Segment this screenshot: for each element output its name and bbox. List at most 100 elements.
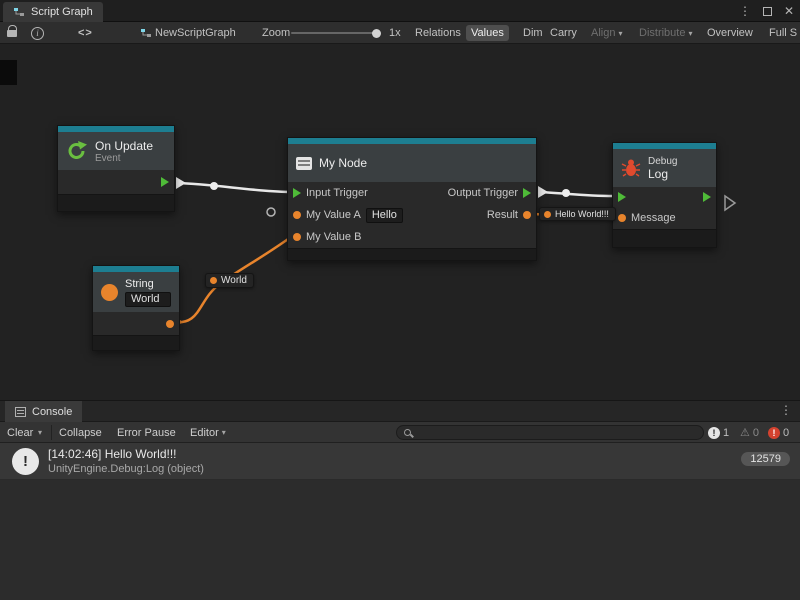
input-trigger-port[interactable] bbox=[293, 188, 301, 198]
graph-asset-name: NewScriptGraph bbox=[155, 27, 236, 39]
window-title-bar: Script Graph ⋮ ✕ bbox=[0, 0, 800, 22]
port-label: Output Trigger bbox=[448, 187, 518, 199]
node-row bbox=[58, 170, 174, 194]
log-message: [14:02:46] Hello World!!! bbox=[48, 447, 177, 461]
tab-script-graph[interactable]: Script Graph bbox=[3, 2, 103, 22]
warning-icon: ⚠ bbox=[740, 426, 750, 439]
unit-icon bbox=[296, 157, 312, 170]
maximize-icon[interactable] bbox=[763, 7, 772, 16]
zoom-slider[interactable] bbox=[291, 32, 379, 34]
log-input-trigger-port[interactable] bbox=[618, 192, 626, 202]
node-title: Log bbox=[648, 167, 677, 181]
console-menu-icon[interactable]: ⋮ bbox=[780, 403, 792, 417]
divider bbox=[51, 425, 52, 440]
align-dropdown[interactable]: Align▾ bbox=[586, 22, 627, 44]
node-footer bbox=[93, 335, 179, 350]
console-tab-bar: Console ⋮ bbox=[0, 401, 800, 422]
zoom-label: Zoom bbox=[262, 22, 290, 44]
clear-button[interactable]: Clear bbox=[7, 422, 33, 443]
lock-icon bbox=[7, 30, 17, 37]
my-value-b-port[interactable] bbox=[293, 233, 301, 241]
console-toolbar: Clear ▾ Collapse Error Pause Editor▾ ! 1… bbox=[0, 422, 800, 443]
node-row: My Value A Hello Result bbox=[288, 204, 536, 226]
editor-dropdown[interactable]: Editor▾ bbox=[190, 422, 226, 443]
node-row bbox=[613, 187, 716, 207]
node-row: My Value B bbox=[288, 226, 536, 248]
sidebar-stub[interactable] bbox=[0, 60, 17, 85]
clear-dropdown[interactable]: ▾ bbox=[38, 422, 42, 443]
node-title: String bbox=[125, 278, 171, 290]
dim-toggle[interactable]: Dim bbox=[518, 22, 548, 44]
error-filter-toggle[interactable]: ! 0 bbox=[768, 422, 789, 443]
collapse-count-badge: 12579 bbox=[741, 452, 790, 466]
node-row: Message bbox=[613, 207, 716, 229]
my-value-a-field[interactable]: Hello bbox=[366, 208, 403, 223]
console-panel: Console ⋮ Clear ▾ Collapse Error Pause E… bbox=[0, 400, 800, 600]
port-label: Message bbox=[631, 212, 676, 224]
values-toggle[interactable]: Values bbox=[466, 22, 509, 44]
node-category: Debug bbox=[648, 156, 677, 167]
log-output-trigger-port[interactable] bbox=[703, 192, 711, 202]
window-menu-icon[interactable]: ⋮ bbox=[739, 4, 751, 18]
distribute-dropdown[interactable]: Distribute▾ bbox=[634, 22, 697, 44]
node-header: String World bbox=[93, 272, 179, 312]
console-log-entry[interactable]: ! [14:02:46] Hello World!!! UnityEngine.… bbox=[0, 443, 800, 480]
string-literal-node[interactable]: String World bbox=[92, 265, 180, 351]
value-dot-icon bbox=[544, 211, 551, 218]
loop-arrow-icon bbox=[66, 140, 88, 162]
node-footer bbox=[58, 194, 174, 211]
string-value-field[interactable]: World bbox=[125, 292, 171, 307]
my-node[interactable]: My Node Input Trigger Output Trigger My … bbox=[287, 137, 537, 261]
port-label: Input Trigger bbox=[306, 187, 368, 199]
on-update-event-node[interactable]: On Update Event bbox=[57, 125, 175, 212]
search-icon bbox=[404, 429, 411, 436]
lock-button[interactable] bbox=[7, 22, 17, 44]
console-search-input[interactable] bbox=[416, 427, 696, 439]
info-filter-toggle[interactable]: ! 1 bbox=[708, 422, 729, 443]
chevron-down-icon: ▾ bbox=[618, 29, 622, 38]
output-trigger-port[interactable] bbox=[523, 188, 531, 198]
script-graph-icon bbox=[140, 27, 152, 39]
node-row bbox=[93, 312, 179, 335]
my-value-a-port[interactable] bbox=[293, 211, 301, 219]
tab-console[interactable]: Console bbox=[5, 401, 82, 422]
collapse-toggle[interactable]: Collapse bbox=[59, 422, 102, 443]
node-header: Debug Log bbox=[613, 149, 716, 187]
carry-toggle[interactable]: Carry bbox=[545, 22, 582, 44]
message-port[interactable] bbox=[618, 214, 626, 222]
zoom-slider-knob[interactable] bbox=[372, 29, 381, 38]
node-header: On Update Event bbox=[58, 132, 174, 170]
port-label: My Value B bbox=[306, 231, 361, 243]
port-label: Result bbox=[487, 209, 518, 221]
code-preview-button[interactable]: <> bbox=[78, 22, 93, 44]
node-subtitle: Event bbox=[95, 153, 153, 164]
string-output-port[interactable] bbox=[166, 320, 174, 328]
fullscreen-button[interactable]: Full S bbox=[764, 22, 800, 44]
overview-button[interactable]: Overview bbox=[702, 22, 758, 44]
chevron-down-icon: ▾ bbox=[38, 428, 42, 437]
tab-label: Script Graph bbox=[31, 6, 93, 18]
value-chip-world: World bbox=[205, 273, 254, 288]
debug-log-node[interactable]: Debug Log Message bbox=[612, 142, 717, 248]
console-search[interactable] bbox=[396, 425, 704, 440]
warning-filter-toggle[interactable]: ⚠ 0 bbox=[740, 422, 759, 443]
node-footer bbox=[288, 248, 536, 260]
trigger-output-port[interactable] bbox=[161, 177, 169, 187]
chevron-down-icon: ▾ bbox=[688, 29, 692, 38]
value-dot-icon bbox=[210, 277, 217, 284]
close-icon[interactable]: ✕ bbox=[784, 4, 794, 18]
bug-icon bbox=[621, 158, 641, 178]
graph-asset[interactable]: NewScriptGraph bbox=[140, 22, 236, 44]
node-title: On Update bbox=[95, 139, 153, 153]
error-pause-toggle[interactable]: Error Pause bbox=[117, 422, 176, 443]
node-footer bbox=[613, 229, 716, 247]
chevron-down-icon: ▾ bbox=[222, 428, 226, 437]
code-icon: <> bbox=[78, 27, 93, 39]
info-button[interactable]: i bbox=[31, 22, 44, 44]
value-chip-hello-world: Hello World!!! bbox=[539, 207, 616, 221]
window-controls: ⋮ ✕ bbox=[739, 0, 794, 22]
result-port[interactable] bbox=[523, 211, 531, 219]
info-icon: i bbox=[31, 27, 44, 40]
relations-toggle[interactable]: Relations bbox=[410, 22, 466, 44]
node-header: My Node bbox=[288, 144, 536, 182]
